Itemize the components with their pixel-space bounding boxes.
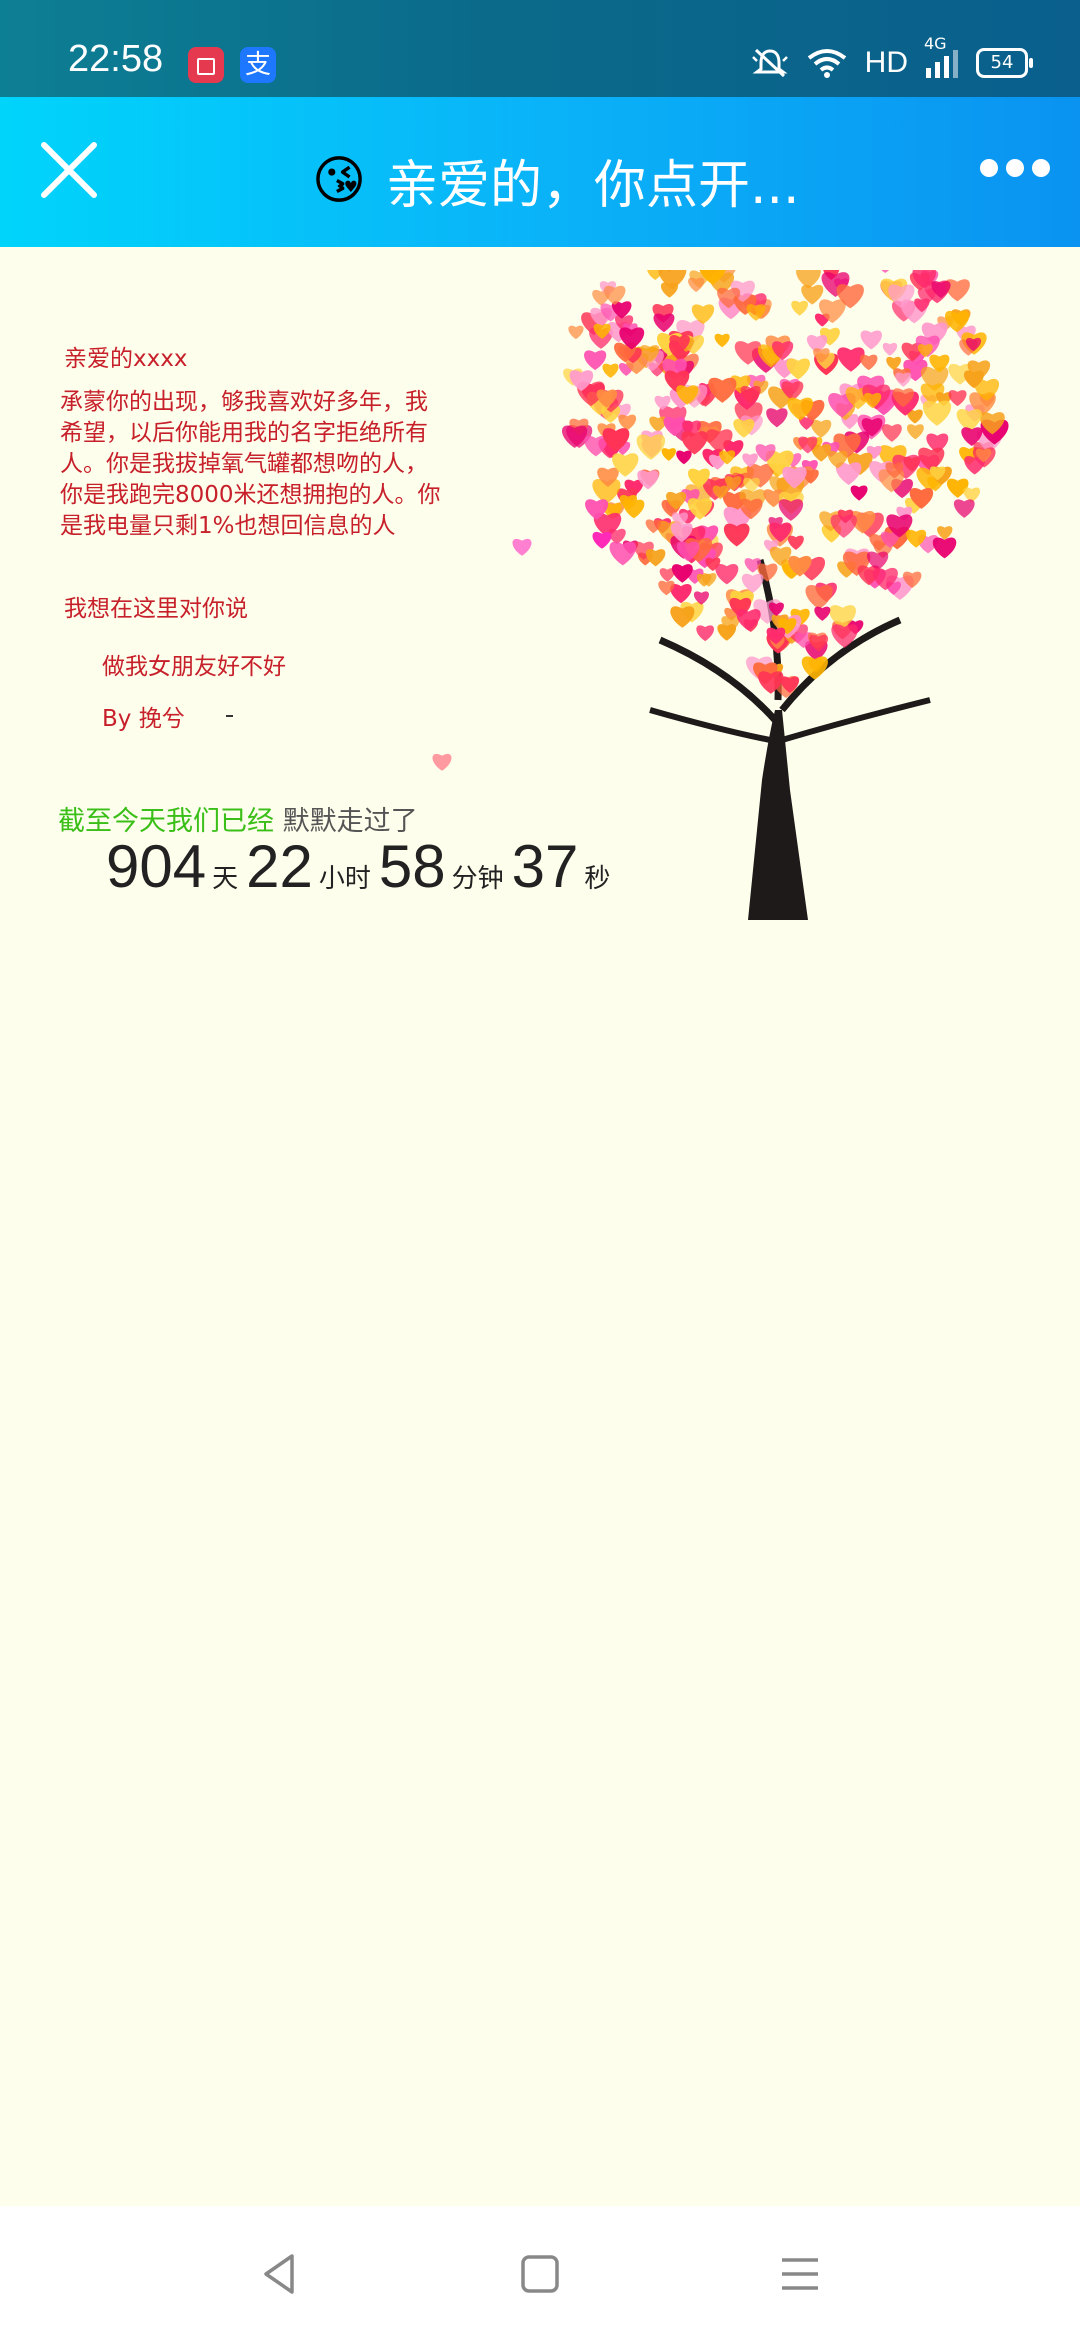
text-cursor — [226, 715, 233, 717]
heart-leaf — [623, 499, 645, 519]
heart-leaf — [948, 390, 967, 407]
heart-leaf — [609, 541, 637, 566]
home-icon[interactable] — [510, 2244, 570, 2304]
status-bar: 22:58 支 HD 4G 54 — [0, 0, 1080, 97]
network-hd-label: HD — [864, 46, 908, 79]
heart-leaf — [850, 485, 868, 501]
timer-days: 904 — [106, 833, 207, 900]
page-title: 😘 亲爱的，你点开... — [306, 143, 800, 218]
heart-leaf — [787, 535, 804, 550]
heart-leaf — [636, 434, 666, 460]
heart-leaf — [906, 424, 924, 440]
heart-leaf — [715, 563, 739, 585]
navigation-bar — [0, 2206, 1080, 2340]
status-time: 22:58 — [68, 38, 164, 80]
heart-leaf — [895, 372, 912, 387]
heart-leaf — [886, 356, 902, 371]
kiss-emoji-icon: 😘 — [311, 150, 367, 211]
heart-leaf — [882, 342, 898, 356]
screen-recorder-icon — [188, 47, 224, 83]
more-icon[interactable] — [980, 159, 1050, 177]
heart-leaf — [791, 300, 808, 316]
heart-leaf — [676, 450, 692, 465]
heart-leaf — [661, 448, 676, 461]
status-indicators: HD 4G 54 — [751, 34, 1033, 84]
heart-leaf — [881, 270, 889, 273]
timer-days-unit: 天 — [212, 864, 239, 894]
back-icon[interactable] — [250, 2244, 310, 2304]
heart-leaf — [786, 358, 811, 380]
heart-tree-image — [432, 270, 1009, 920]
heart-leaf — [810, 419, 832, 438]
letter-signature: By 挽兮 — [102, 706, 185, 732]
close-icon[interactable] — [36, 137, 102, 203]
heart-leaf — [805, 584, 833, 610]
heart-leaf — [603, 285, 626, 305]
heart-leaf — [881, 424, 902, 442]
heart-leaf — [602, 363, 619, 378]
heart-leaf — [714, 333, 730, 348]
falling-heart — [592, 531, 612, 549]
timer-hours-unit: 小时 — [318, 864, 371, 894]
heart-leaf — [766, 408, 788, 428]
battery-icon: 54 — [976, 48, 1033, 78]
heart-leaf — [922, 400, 952, 426]
heart-leaf — [670, 606, 695, 628]
heart-leaf — [778, 499, 804, 521]
alipay-icon: 支 — [240, 47, 276, 83]
heart-leaf — [736, 609, 761, 631]
timer-hours: 22 — [246, 833, 313, 900]
heart-leaf — [953, 499, 975, 518]
letter-question: 做我女朋友好不好 — [102, 654, 286, 680]
menu-icon[interactable] — [770, 2244, 830, 2304]
network-type-label: 4G — [924, 34, 947, 53]
heart-leaf — [814, 606, 831, 621]
wifi-icon — [807, 49, 846, 78]
heart-leaves — [432, 270, 1009, 771]
heart-leaf — [723, 523, 750, 547]
heart-leaf — [932, 537, 957, 559]
title-bar: 😘 亲爱的，你点开... — [0, 97, 1080, 247]
falling-heart — [432, 753, 452, 771]
heart-leaf — [618, 414, 637, 431]
heart-leaf — [653, 313, 675, 333]
heart-leaf — [645, 549, 666, 567]
letter-wish: 我想在这里对你说 — [64, 596, 248, 622]
heart-leaf — [671, 564, 693, 583]
heart-leaf — [860, 330, 882, 350]
battery-level: 54 — [990, 52, 1014, 73]
letter-greeting: 亲爱的xxxx — [64, 346, 188, 372]
falling-heart — [512, 538, 532, 556]
heart-leaf — [568, 325, 584, 340]
heart-leaf — [696, 625, 715, 642]
letter-paragraph: 承蒙你的出现，够我喜欢好多年，我希望，以后你能用我的名字拒绝所有人。你是我拔掉氧… — [60, 389, 441, 539]
heart-leaf — [688, 277, 705, 292]
mute-bell-icon — [751, 48, 788, 78]
heart-leaf — [859, 354, 878, 371]
page-title-text: 亲爱的，你点开... — [386, 156, 800, 216]
